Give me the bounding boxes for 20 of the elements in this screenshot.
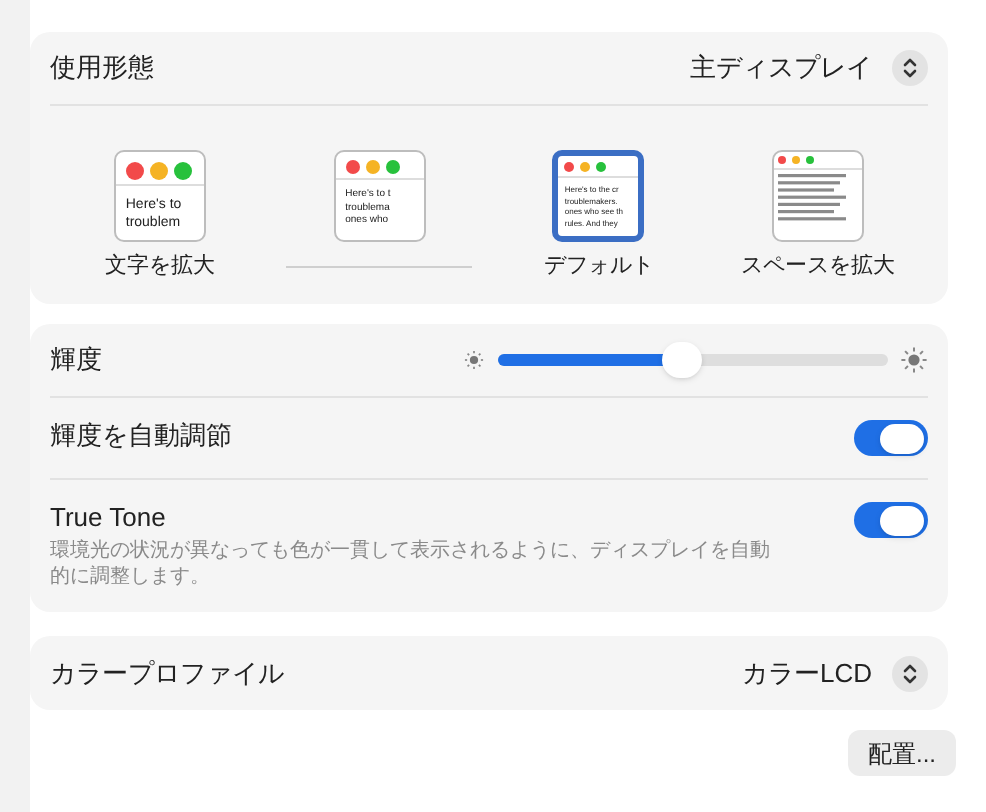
usage-label: 使用形態 (50, 50, 154, 87)
option-label: スペースを拡大 (741, 252, 896, 280)
toggle-label: True Tone (50, 502, 168, 534)
option-label: 文字を拡大 (104, 252, 215, 280)
stepper-icon[interactable] (892, 655, 928, 691)
brightness-label: 輝度 (50, 342, 102, 379)
display-size-option[interactable] (772, 150, 865, 242)
arrange-button[interactable]: 配置... (847, 730, 956, 776)
option-label: デフォルト (543, 252, 654, 280)
color-profile-value: カラーLCD (741, 655, 872, 692)
toggle-label: 輝度を自動調節 (50, 420, 232, 452)
usage-value: 主ディスプレイ (690, 50, 872, 87)
brightness-slider[interactable] (498, 342, 888, 378)
sun-large-icon (900, 346, 928, 374)
slider-thumb[interactable] (661, 342, 702, 378)
color-profile-label: カラープロファイル (50, 655, 284, 692)
stepper-icon[interactable] (892, 50, 928, 86)
toggle-switch[interactable] (854, 420, 928, 456)
toggle-switch[interactable] (854, 502, 928, 538)
toggle-description: 環境光の状況が異なっても色が一貫して表示されるように、ディスプレイを自動的に調整します。 (50, 538, 772, 590)
